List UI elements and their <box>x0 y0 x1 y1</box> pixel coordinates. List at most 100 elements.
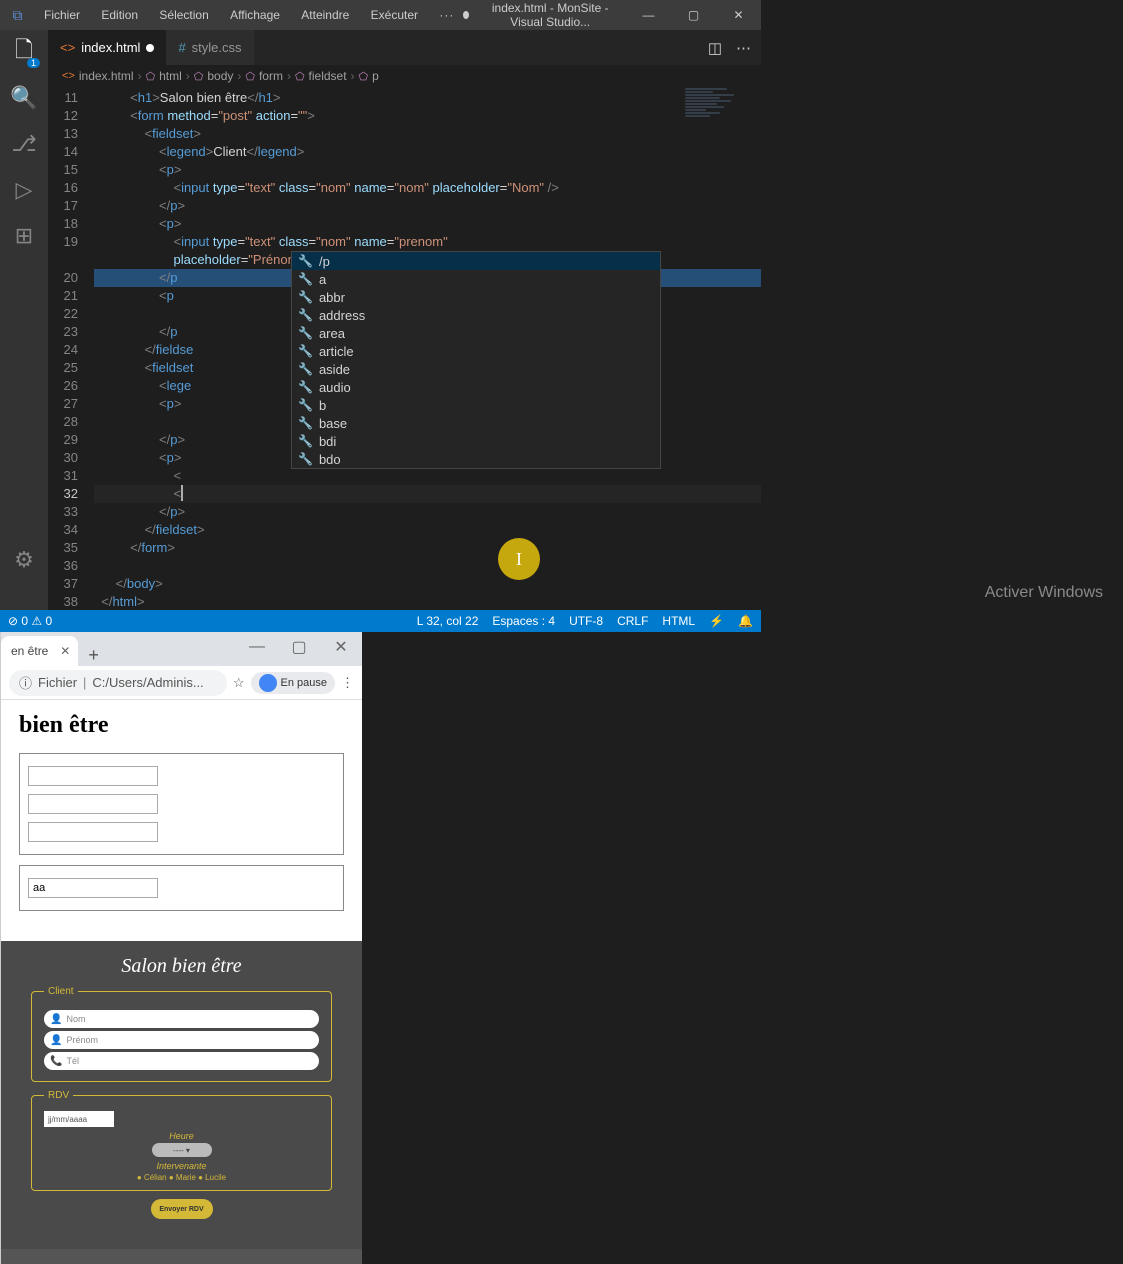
menu-file[interactable]: Fichier <box>35 8 89 22</box>
breadcrumb-item[interactable]: form <box>259 69 283 83</box>
cursor-highlight-icon: I <box>498 538 540 580</box>
breadcrumb-item[interactable]: index.html <box>79 69 134 83</box>
browser-toolbar: ⓘ Fichier | C:/Users/Adminis... ☆ En pau… <box>1 666 362 700</box>
browser-tab-label: en être <box>11 644 48 658</box>
browser-tab[interactable]: en être ✕ <box>1 636 78 666</box>
menu-edit[interactable]: Edition <box>92 8 147 22</box>
more-actions-icon[interactable]: ⋯ <box>736 39 751 57</box>
maximize-button[interactable]: ▢ <box>671 0 716 30</box>
browser-minimize-button[interactable]: — <box>236 632 278 662</box>
suggestion-widget[interactable]: 🔧/p🔧a🔧abbr🔧address🔧area🔧article🔧aside🔧au… <box>291 251 661 469</box>
fieldset-client-plain <box>19 753 344 855</box>
extensions-icon[interactable]: ⊞ <box>10 222 38 250</box>
status-eol[interactable]: CRLF <box>617 614 648 628</box>
dark-input-nom[interactable]: 👤Nom <box>44 1010 319 1028</box>
breadcrumb-item[interactable]: html <box>159 69 182 83</box>
page-heading: bien être <box>19 712 344 739</box>
suggestion-item[interactable]: 🔧bdi <box>292 432 660 450</box>
suggestion-item[interactable]: 🔧base <box>292 414 660 432</box>
suggestion-item[interactable]: 🔧bdo <box>292 450 660 468</box>
line-numbers: 1112131415161718192021222324252627282930… <box>48 87 94 610</box>
tab-style-css[interactable]: # style.css <box>166 30 253 65</box>
input-prenom-plain[interactable] <box>28 794 158 814</box>
modified-indicator-icon <box>146 44 154 52</box>
dark-input-date[interactable]: jj/mm/aaaa <box>44 1111 114 1127</box>
status-feedback-icon[interactable]: ⚡ <box>709 614 724 628</box>
dark-input-tel[interactable]: 📞Tél <box>44 1052 319 1070</box>
menu-more[interactable]: ··· <box>430 8 463 22</box>
status-encoding[interactable]: UTF-8 <box>569 614 603 628</box>
breadcrumb-item[interactable]: fieldset <box>309 69 347 83</box>
status-indentation[interactable]: Espaces : 4 <box>492 614 555 628</box>
editor-actions: ◫ ⋯ <box>708 39 751 57</box>
status-bell-icon[interactable]: 🔔 <box>738 614 753 628</box>
tab-index-html[interactable]: <> index.html <box>48 30 166 65</box>
address-bar[interactable]: ⓘ Fichier | C:/Users/Adminis... <box>9 670 227 696</box>
radio-options: ● Célian ● Marie ● Lucile <box>137 1173 226 1182</box>
legend-client: Client <box>44 986 78 997</box>
info-icon: ⓘ <box>19 673 32 692</box>
browser-close-button[interactable]: ✕ <box>320 632 362 662</box>
suggestion-item[interactable]: 🔧abbr <box>292 288 660 306</box>
breadcrumb-item[interactable]: p <box>372 69 379 83</box>
suggestion-item[interactable]: 🔧article <box>292 342 660 360</box>
run-debug-icon[interactable]: ▷ <box>10 176 38 204</box>
menu-view[interactable]: Affichage <box>221 8 289 22</box>
submit-button[interactable]: Envoyer RDV <box>151 1199 213 1219</box>
menu-bar: Fichier Edition Sélection Affichage Atte… <box>35 8 463 22</box>
avatar-icon <box>259 674 277 692</box>
explorer-icon[interactable]: 🗋1 <box>10 38 38 66</box>
star-icon[interactable]: ☆ <box>233 675 245 691</box>
close-tab-icon[interactable]: ✕ <box>60 644 70 658</box>
page-light-section: bien être <box>1 700 362 941</box>
css-file-icon: # <box>178 40 185 55</box>
input-tel-plain[interactable] <box>28 822 158 842</box>
status-language[interactable]: HTML <box>662 614 695 628</box>
intervenante-label: Intervenante <box>44 1161 319 1171</box>
suggestion-item[interactable]: 🔧/p <box>292 252 660 270</box>
placeholder-text: Nom <box>66 1014 85 1024</box>
source-control-icon[interactable]: ⎇ <box>10 130 38 158</box>
suggestion-item[interactable]: 🔧audio <box>292 378 660 396</box>
search-icon[interactable]: 🔍 <box>10 84 38 112</box>
dark-fieldset-client: Client 👤Nom 👤Prénom 📞Tél <box>31 986 332 1082</box>
tab-label: style.css <box>192 40 242 55</box>
minimap[interactable] <box>685 87 755 142</box>
tag-icon: ⬠ <box>295 70 305 83</box>
suggestion-item[interactable]: 🔧address <box>292 306 660 324</box>
tag-icon: ⬠ <box>194 70 204 83</box>
browser-maximize-button[interactable]: ▢ <box>278 632 320 662</box>
suggestion-item[interactable]: 🔧a <box>292 270 660 288</box>
page-viewport[interactable]: bien être Salon bien être Client 👤Nom 👤P… <box>1 700 362 1264</box>
minimize-button[interactable]: — <box>626 0 671 30</box>
dark-input-prenom[interactable]: 👤Prénom <box>44 1031 319 1049</box>
profile-pause-pill[interactable]: En pause <box>251 672 335 694</box>
activity-bar: 🗋1 🔍 ⎇ ▷ ⊞ ⚙ <box>0 30 48 610</box>
code-lines[interactable]: <h1>Salon bien être</h1> <form method="p… <box>94 87 761 610</box>
breadcrumb-item[interactable]: body <box>207 69 233 83</box>
user-icon: 👤 <box>50 1035 62 1046</box>
code-editor[interactable]: 1112131415161718192021222324252627282930… <box>48 87 761 610</box>
close-button[interactable]: ✕ <box>716 0 761 30</box>
suggestion-item[interactable]: 🔧b <box>292 396 660 414</box>
status-problems[interactable]: ⊘ 0 ⚠ 0 <box>8 614 52 628</box>
address-text: C:/Users/Adminis... <box>92 675 203 690</box>
dark-radios[interactable]: ● Célian ● Marie ● Lucile <box>44 1173 319 1182</box>
suggestion-item[interactable]: 🔧area <box>292 324 660 342</box>
menu-go[interactable]: Atteindre <box>292 8 358 22</box>
suggestion-item[interactable]: 🔧aside <box>292 360 660 378</box>
menu-selection[interactable]: Sélection <box>150 8 217 22</box>
browser-menu-icon[interactable]: ⋮ <box>341 675 354 691</box>
split-editor-icon[interactable]: ◫ <box>708 39 722 57</box>
dark-fieldset-rdv: RDV jj/mm/aaaa Heure ---- ▾ Intervenante… <box>31 1090 332 1191</box>
input-date-plain[interactable] <box>28 878 158 898</box>
menu-run[interactable]: Exécuter <box>362 8 427 22</box>
input-nom-plain[interactable] <box>28 766 158 786</box>
new-tab-button[interactable]: + <box>78 645 109 666</box>
settings-gear-icon[interactable]: ⚙ <box>10 546 38 574</box>
status-bar: ⊘ 0 ⚠ 0 L 32, col 22 Espaces : 4 UTF-8 C… <box>0 610 761 632</box>
tag-icon: ⬠ <box>146 70 156 83</box>
breadcrumbs[interactable]: <> index.html› ⬠ html› ⬠ body› ⬠ form› ⬠… <box>48 65 761 87</box>
dark-select-heure[interactable]: ---- ▾ <box>152 1143 212 1157</box>
status-cursor-position[interactable]: L 32, col 22 <box>417 614 479 628</box>
